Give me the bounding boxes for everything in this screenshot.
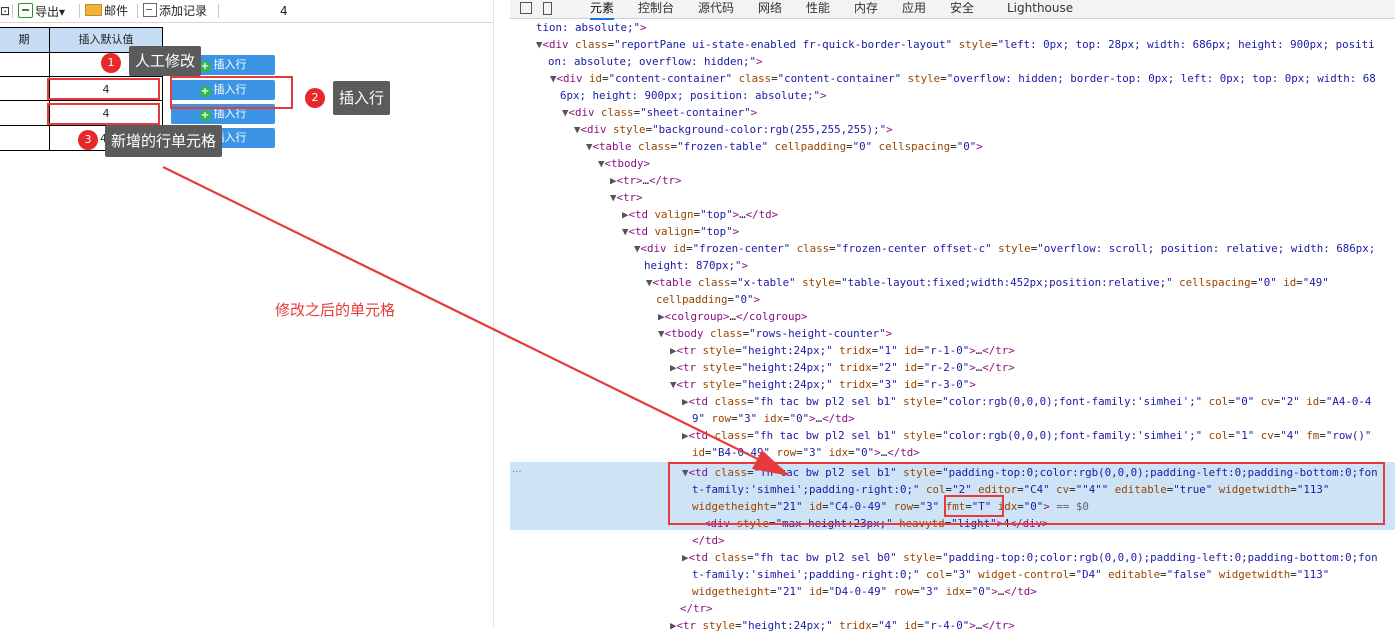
mail-label: 邮件 xyxy=(104,4,129,18)
highlight-box xyxy=(47,103,160,125)
tab-memory[interactable]: 内存 xyxy=(854,0,878,18)
toolbar-separator xyxy=(79,4,80,18)
dom-line[interactable]: 9" row="3" idx="0">…</td> xyxy=(692,410,855,427)
dom-line[interactable]: id="B4-0-49" row="3" idx="0">…</td> xyxy=(692,444,920,461)
highlight-box xyxy=(170,76,293,109)
tab-console[interactable]: 控制台 xyxy=(638,0,674,18)
add-record-label: 添加记录 xyxy=(159,4,208,18)
export-caret-icon: ▾ xyxy=(59,5,66,19)
devtools-tab-bar: 元素 控制台 源代码 网络 性能 内存 应用 安全 Lighthouse xyxy=(510,0,1395,20)
badge-3: 3 xyxy=(78,130,98,150)
dom-line[interactable]: </tr> xyxy=(680,600,713,617)
dom-line[interactable]: ▼<td valign="top"> xyxy=(622,223,739,240)
node-ellipsis: ... xyxy=(512,464,522,475)
table-cell[interactable] xyxy=(0,76,50,101)
dom-line[interactable]: ▼<table class="frozen-table" cellpadding… xyxy=(586,138,983,155)
dom-line[interactable]: ▼<table class="x-table" style="table-lay… xyxy=(646,274,1329,291)
table-cell[interactable] xyxy=(0,100,50,126)
report-pane: ⊡ 导出▾ 邮件 添加记录 4 期 插入默认值 4 4 4 + 插入行 + 插入行 … xyxy=(0,0,493,627)
highlight-box xyxy=(47,78,160,100)
dom-line[interactable]: height: 870px;"> xyxy=(644,257,748,274)
mail-icon xyxy=(85,4,102,16)
highlight-box xyxy=(944,495,1004,517)
dom-line[interactable]: ▶<td class="fh tac bw pl2 sel b1" style=… xyxy=(682,393,1371,410)
export-icon xyxy=(18,3,33,18)
tab-performance[interactable]: 性能 xyxy=(806,0,830,18)
annotation-insert-row: 插入行 xyxy=(333,81,391,115)
dom-line[interactable]: ▼<tr> xyxy=(610,189,643,206)
toolbar-stub: ⊡ xyxy=(0,4,11,18)
add-record-button[interactable]: 添加记录 xyxy=(143,3,207,19)
toolbar-separator xyxy=(12,4,13,18)
header-cell-date: 期 xyxy=(0,27,50,53)
table-cell[interactable] xyxy=(0,52,50,77)
dom-line[interactable]: ▶<td valign="top">…</td> xyxy=(622,206,778,223)
dom-line[interactable]: t-family:'simhei';padding-right:0;" col=… xyxy=(692,566,1329,583)
dom-line[interactable]: ▶<tr style="height:24px;" tridx="4" id="… xyxy=(670,617,1015,634)
tab-elements[interactable]: 元素 xyxy=(590,0,615,20)
toolbar-separator xyxy=(218,4,219,18)
inspect-element-icon[interactable] xyxy=(520,2,532,14)
table-cell[interactable] xyxy=(0,125,50,151)
tab-network[interactable]: 网络 xyxy=(758,0,782,18)
tab-sources[interactable]: 源代码 xyxy=(698,0,734,18)
mail-button[interactable]: 邮件 xyxy=(85,3,128,19)
dom-line[interactable]: ▶<td class="fh tac bw pl2 sel b0" style=… xyxy=(682,549,1378,566)
page-number: 4 xyxy=(280,4,288,18)
report-toolbar: ⊡ 导出▾ 邮件 添加记录 4 xyxy=(0,0,493,23)
dom-line[interactable]: on: absolute; overflow: hidden;"> xyxy=(548,53,763,70)
dom-line[interactable]: ▶<tr style="height:24px;" tridx="1" id="… xyxy=(670,342,1015,359)
dom-line[interactable]: ▶<colgroup>…</colgroup> xyxy=(658,308,808,325)
dom-line[interactable]: ▶<tr>…</tr> xyxy=(610,172,682,189)
badge-1: 1 xyxy=(101,53,121,73)
devtools-panel: 元素 控制台 源代码 网络 性能 内存 应用 安全 Lighthouse ...… xyxy=(510,0,1395,632)
insert-row-label: 插入行 xyxy=(213,58,247,71)
dom-line[interactable]: tion: absolute;"> xyxy=(536,19,647,36)
dom-line[interactable]: ▼<div class="sheet-container"> xyxy=(562,104,757,121)
tab-application[interactable]: 应用 xyxy=(902,0,926,18)
badge-2: 2 xyxy=(305,88,325,108)
dom-tree: ... tion: absolute;"> ▼<div class="repor… xyxy=(510,19,1395,632)
tab-lighthouse[interactable]: Lighthouse xyxy=(1007,0,1073,18)
dom-line[interactable]: ▼<div id="frozen-center" class="frozen-c… xyxy=(634,240,1375,257)
toolbar-separator xyxy=(137,4,138,18)
dom-line[interactable]: ▼<tbody> xyxy=(598,155,650,172)
annotation-modified-cell: 修改之后的单元格 xyxy=(275,301,396,319)
dom-line[interactable]: </td> xyxy=(692,532,725,549)
annotation-new-row-cell: 新增的行单元格 xyxy=(105,125,223,157)
add-record-icon xyxy=(143,3,157,17)
dom-line[interactable]: ▼<div class="reportPane ui-state-enabled… xyxy=(536,36,1375,53)
dom-line[interactable]: ▶<tr style="height:24px;" tridx="2" id="… xyxy=(670,359,1015,376)
dom-line[interactable]: ▼<tbody class="rows-height-counter"> xyxy=(658,325,892,342)
plus-icon: + xyxy=(199,61,211,72)
dom-line[interactable]: ▼<div style="background-color:rgb(255,25… xyxy=(574,121,893,138)
dom-line[interactable]: 6px; height: 900px; position: absolute;"… xyxy=(560,87,827,104)
dom-line[interactable]: widgetheight="21" id="D4-0-49" row="3" i… xyxy=(692,583,1037,600)
dom-line[interactable]: ▶<td class="fh tac bw pl2 sel b1" style=… xyxy=(682,427,1371,444)
device-toolbar-icon[interactable] xyxy=(543,2,552,15)
annotation-manual-edit: 人工修改 xyxy=(129,46,202,76)
highlight-box xyxy=(668,462,1385,525)
export-label: 导出 xyxy=(35,5,60,19)
dom-line[interactable]: ▼<tr style="height:24px;" tridx="3" id="… xyxy=(670,376,976,393)
export-button[interactable]: 导出▾ xyxy=(18,3,65,19)
dom-line[interactable]: cellpadding="0"> xyxy=(656,291,760,308)
dom-line[interactable]: ▼<div id="content-container" class="cont… xyxy=(550,70,1376,87)
plus-icon: + xyxy=(199,110,211,121)
tab-security[interactable]: 安全 xyxy=(950,0,974,18)
